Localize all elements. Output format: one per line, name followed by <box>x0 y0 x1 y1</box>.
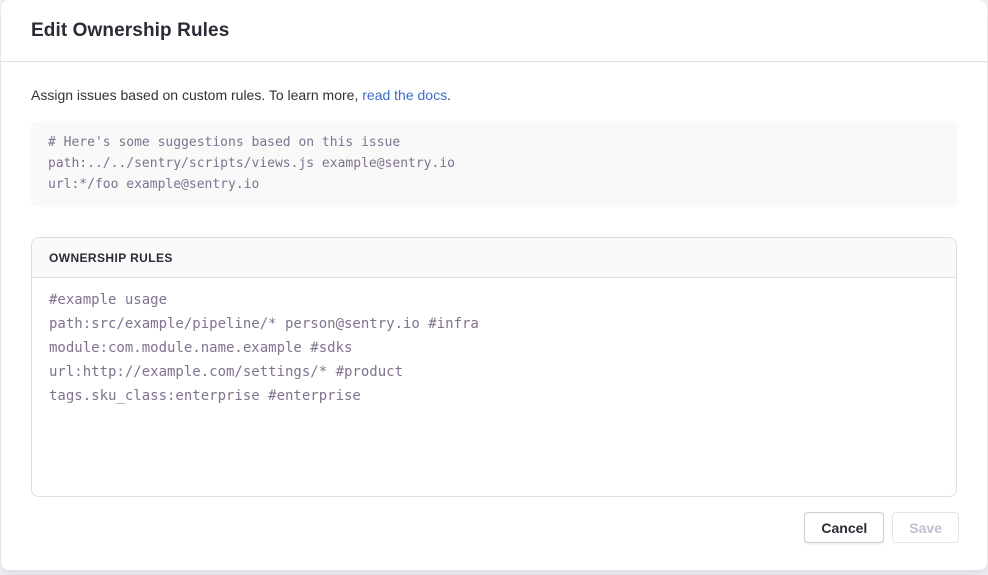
modal-title: Edit Ownership Rules <box>31 20 229 42</box>
intro-text-before: Assign issues based on custom rules. To … <box>31 87 362 103</box>
ownership-rules-textarea[interactable] <box>32 278 956 496</box>
suggestions-code-block: # Here's some suggestions based on this … <box>31 121 957 207</box>
ownership-rules-panel: OWNERSHIP RULES <box>31 237 957 497</box>
read-the-docs-link[interactable]: read the docs <box>362 87 447 103</box>
modal-body: Assign issues based on custom rules. To … <box>1 62 987 512</box>
modal-footer: Cancel Save <box>1 512 987 570</box>
intro-text-after: . <box>447 87 451 103</box>
modal-header: Edit Ownership Rules <box>1 0 987 62</box>
intro-text: Assign issues based on custom rules. To … <box>31 85 957 105</box>
save-button[interactable]: Save <box>892 512 959 543</box>
cancel-button[interactable]: Cancel <box>804 512 884 543</box>
edit-ownership-rules-modal: Edit Ownership Rules Assign issues based… <box>1 0 987 570</box>
ownership-rules-panel-header: OWNERSHIP RULES <box>32 238 956 278</box>
